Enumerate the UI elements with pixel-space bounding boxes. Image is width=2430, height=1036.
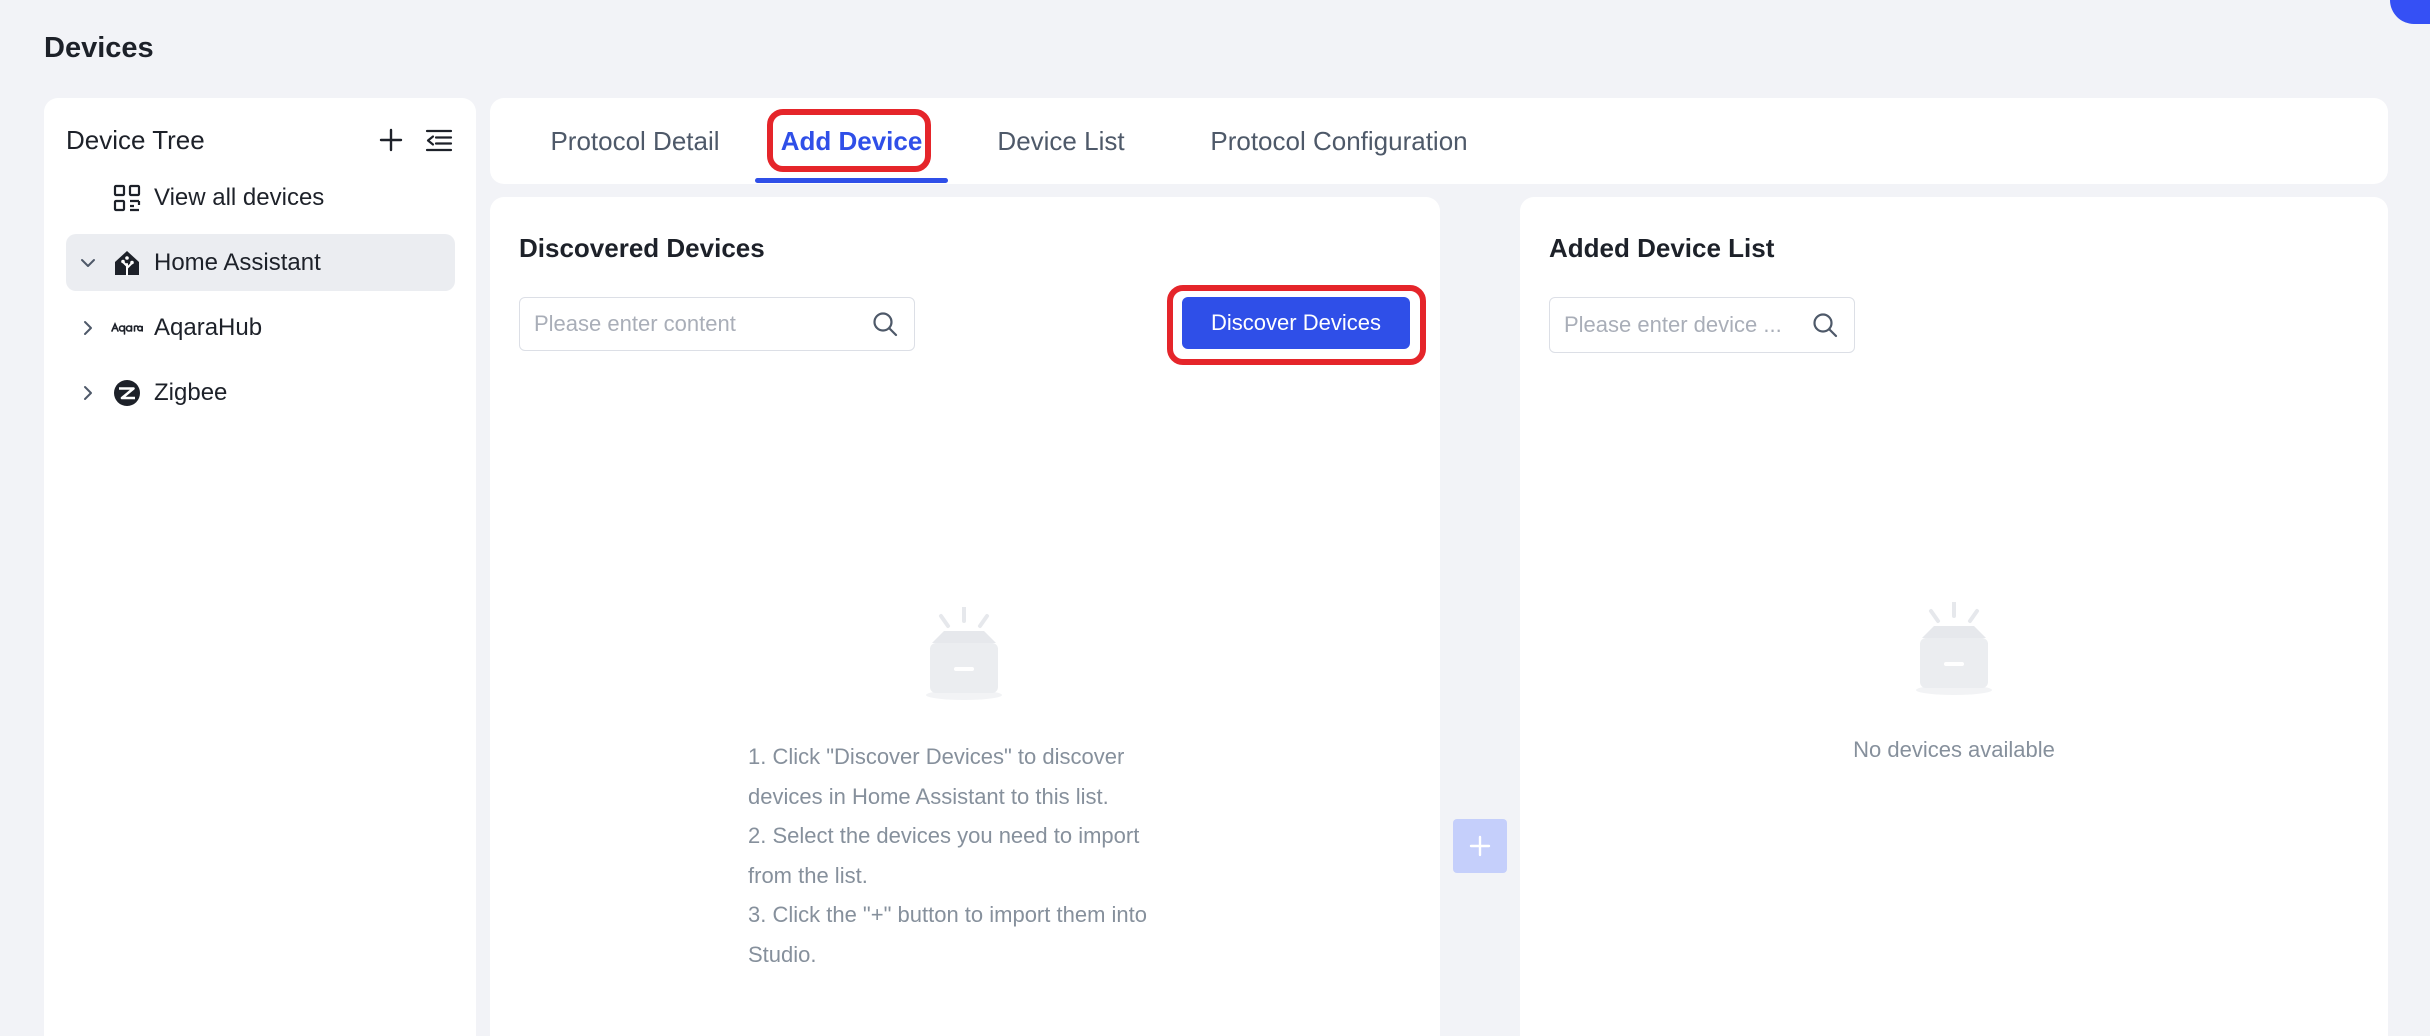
discovered-devices-panel: Discovered Devices Discover Devices 1. C… bbox=[490, 197, 1440, 1036]
search-icon[interactable] bbox=[1810, 310, 1840, 340]
home-assistant-icon bbox=[110, 246, 144, 280]
tree-item-home-assistant[interactable]: Home Assistant bbox=[66, 234, 455, 291]
chevron-down-icon[interactable] bbox=[66, 254, 110, 272]
instruction-step-1: 1. Click "Discover Devices" to discover … bbox=[748, 744, 1125, 809]
device-tree-actions bbox=[376, 125, 454, 155]
empty-box-icon bbox=[1916, 602, 1992, 695]
chevron-right-icon[interactable] bbox=[66, 319, 110, 337]
device-tree-title: Device Tree bbox=[66, 124, 205, 155]
tree-item-view-all-devices[interactable]: View all devices bbox=[66, 169, 455, 226]
added-search-box bbox=[1549, 297, 1855, 353]
added-device-list-panel: Added Device List No devices available bbox=[1520, 197, 2388, 1036]
aqara-logo-icon bbox=[110, 311, 144, 345]
device-tree-panel: Device Tree View all devices Home Assist… bbox=[44, 98, 476, 1036]
tree-item-label: Zigbee bbox=[154, 378, 228, 406]
tab-device-list[interactable]: Device List bbox=[948, 98, 1174, 184]
instruction-step-2: 2. Select the devices you need to import… bbox=[748, 823, 1140, 888]
tree-item-label: AqaraHub bbox=[154, 313, 263, 341]
page-title: Devices bbox=[44, 32, 154, 64]
device-tree-header: Device Tree bbox=[66, 118, 454, 162]
instruction-step-3: 3. Click the "+" button to import them i… bbox=[748, 902, 1147, 967]
grid-icon bbox=[110, 181, 144, 215]
tree-item-zigbee[interactable]: Zigbee bbox=[66, 364, 455, 421]
import-devices-button[interactable] bbox=[1453, 819, 1507, 873]
tab-add-device[interactable]: Add Device bbox=[755, 98, 948, 184]
plus-icon bbox=[1469, 835, 1491, 857]
tree-item-label: Home Assistant bbox=[154, 248, 321, 276]
tab-bar: Protocol Detail Add Device Device List P… bbox=[490, 98, 2388, 184]
tree-item-label: View all devices bbox=[154, 183, 325, 211]
tree-item-aqarahub[interactable]: AqaraHub bbox=[66, 299, 455, 356]
tab-protocol-detail[interactable]: Protocol Detail bbox=[490, 98, 746, 184]
import-instructions: 1. Click "Discover Devices" to discover … bbox=[748, 737, 1188, 974]
discovered-search-box bbox=[519, 297, 915, 351]
indent-list-icon[interactable] bbox=[424, 125, 454, 155]
empty-state-text: No devices available bbox=[1853, 737, 2055, 762]
added-search-input[interactable] bbox=[1564, 312, 1810, 338]
active-tab-indicator bbox=[755, 178, 948, 183]
tab-protocol-configuration[interactable]: Protocol Configuration bbox=[1174, 98, 1504, 184]
zigbee-icon bbox=[110, 376, 144, 410]
chevron-right-icon[interactable] bbox=[66, 384, 110, 402]
empty-box-icon bbox=[926, 607, 1002, 700]
search-icon[interactable] bbox=[870, 309, 900, 339]
discovered-search-input[interactable] bbox=[534, 311, 870, 337]
window-corner-accent bbox=[2390, 0, 2430, 24]
discover-devices-button[interactable]: Discover Devices bbox=[1182, 297, 1410, 349]
added-device-list-title: Added Device List bbox=[1549, 233, 1775, 263]
discovered-devices-title: Discovered Devices bbox=[519, 233, 765, 263]
plus-icon[interactable] bbox=[376, 125, 406, 155]
